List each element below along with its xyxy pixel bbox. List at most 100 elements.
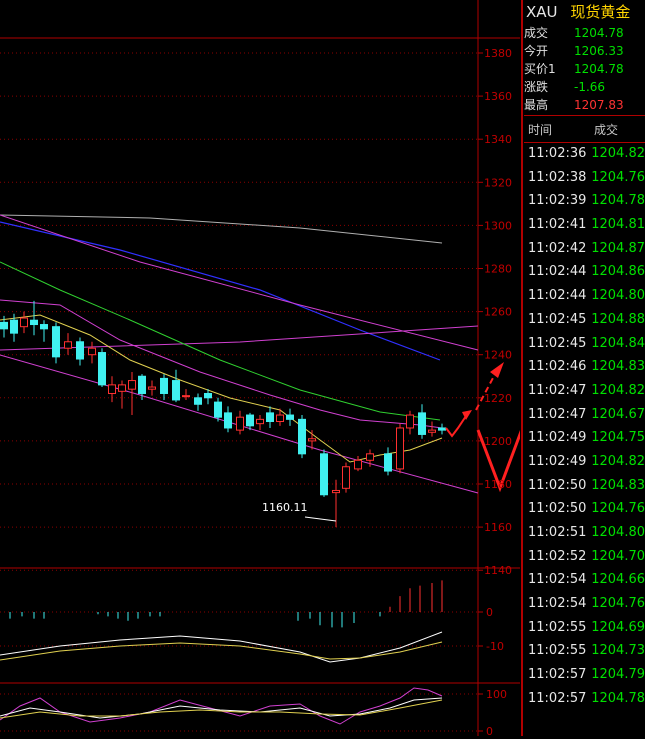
candle — [256, 415, 264, 431]
price-tick-label: 1140 — [484, 564, 512, 577]
tick-price: 1204.82 — [591, 146, 645, 161]
candle — [276, 408, 284, 426]
tick-row: 11:02:50 1204.83 — [524, 474, 645, 498]
quote-label: 涨跌 — [524, 80, 549, 94]
candle-body — [10, 319, 18, 334]
tick-time: 11:02:39 — [528, 193, 587, 209]
candle-body — [366, 453, 374, 461]
candle-body — [298, 418, 306, 455]
tick-price: 1204.69 — [591, 619, 645, 635]
quote-title: XAU 现货黄金 — [524, 0, 645, 24]
tick-time: 11:02:49 — [528, 453, 587, 469]
candle-body — [172, 380, 180, 401]
candle — [354, 455, 362, 472]
candle-body — [308, 438, 316, 442]
tick-time: 11:02:55 — [528, 619, 587, 635]
tick-time: 11:02:47 — [528, 382, 587, 398]
tick-time: 11:02:54 — [528, 572, 587, 588]
kdj-j-line — [0, 687, 443, 725]
tick-row: 11:02:51 1204.80 — [524, 521, 645, 545]
tick-time: 11:02:47 — [528, 406, 587, 422]
price-tick-label: 1280 — [484, 263, 512, 276]
candle — [438, 423, 446, 435]
candle-body — [98, 352, 106, 386]
quote-row: 涨跌 -1.66 — [524, 78, 645, 96]
ma-60-line — [0, 221, 441, 361]
candles — [0, 300, 446, 528]
tick-row: 11:02:36 1204.82 — [524, 142, 645, 166]
candle — [224, 406, 232, 433]
candlestick-chart[interactable]: 1160.11 1380 1360 1340 1320 1300 1280 1260 1240… — [0, 0, 540, 738]
tick-row: 11:02:49 1204.75 — [524, 426, 645, 450]
candle-body — [286, 414, 294, 420]
price-tick-label: 1200 — [484, 435, 512, 448]
tick-price: 1204.84 — [591, 335, 645, 351]
candle — [266, 406, 274, 428]
macd-dif-line — [0, 631, 443, 663]
ma-30-line — [0, 261, 441, 421]
candle-body — [256, 418, 264, 425]
price-tick-label: 1240 — [484, 349, 512, 362]
candle-body — [354, 459, 362, 470]
tick-price: 1204.81 — [591, 217, 645, 233]
candle-body — [214, 401, 222, 418]
price-tick-label: 1360 — [484, 90, 512, 103]
candle — [194, 393, 202, 411]
candle-body — [438, 427, 446, 431]
tick-price: 1204.66 — [591, 572, 645, 588]
tick-row: 11:02:47 1204.67 — [524, 403, 645, 427]
tick-row: 11:02:54 1204.66 — [524, 568, 645, 592]
candle-body — [160, 377, 168, 394]
chart-canvas[interactable]: 1160.11 1380 1360 1340 1320 1300 1280 1260 1240… — [0, 0, 540, 738]
candle — [406, 410, 414, 435]
candle — [118, 380, 126, 409]
candle-body — [64, 341, 72, 349]
candle — [428, 421, 436, 437]
tick-list[interactable]: 时间 成交 11:02:36 1204.82 11:02:38 1204.76 11:0… — [524, 118, 645, 711]
quote-label: 成交 — [524, 26, 549, 40]
candle — [108, 376, 116, 403]
tick-time: 11:02:36 — [528, 146, 587, 161]
candle — [98, 348, 106, 388]
tick-time: 11:02:45 — [528, 335, 587, 351]
candle — [52, 322, 60, 364]
tick-price: 1204.82 — [591, 382, 645, 398]
low-pointer-line — [304, 516, 337, 522]
kdj-tick-label: 0 — [486, 725, 493, 736]
candle-body — [246, 414, 254, 427]
candle-body — [40, 324, 48, 330]
price-tick-label: 1300 — [484, 219, 512, 232]
time-column-header: 时间 — [528, 123, 553, 137]
tick-price: 1204.78 — [591, 690, 645, 706]
candle-body — [194, 397, 202, 405]
price-tick-label: 1160 — [484, 521, 512, 534]
tick-time: 11:02:44 — [528, 288, 587, 304]
tick-time: 11:02:55 — [528, 643, 587, 659]
tick-row: 11:02:52 1204.70 — [524, 545, 645, 569]
quote-value: 1207.83 — [574, 98, 624, 112]
candle — [342, 462, 350, 493]
kdj-d-line — [0, 699, 443, 719]
kdj-panel: 100 0 — [0, 687, 507, 738]
tick-price: 1204.83 — [591, 477, 645, 493]
tick-row: 11:02:44 1204.80 — [524, 284, 645, 308]
tick-time: 11:02:50 — [528, 501, 587, 517]
quote-label: 今开 — [524, 44, 549, 58]
candle — [332, 479, 340, 528]
candle-body — [128, 380, 136, 390]
candle-body — [332, 489, 340, 494]
candle — [40, 320, 48, 342]
tick-row: 11:02:39 1204.78 — [524, 189, 645, 213]
candle-body — [276, 414, 284, 423]
candle-body — [0, 321, 8, 330]
candle — [64, 333, 72, 355]
tick-row: 11:02:46 1204.83 — [524, 355, 645, 379]
macd-tick-label: 0 — [486, 606, 493, 619]
candle — [320, 449, 328, 497]
tick-price: 1204.86 — [591, 264, 645, 280]
symbol-code: XAU — [526, 3, 558, 21]
symbol-name: 现货黄金 — [570, 3, 631, 21]
candle — [88, 341, 96, 364]
tick-price: 1204.82 — [591, 453, 645, 469]
candle-body — [138, 375, 146, 394]
